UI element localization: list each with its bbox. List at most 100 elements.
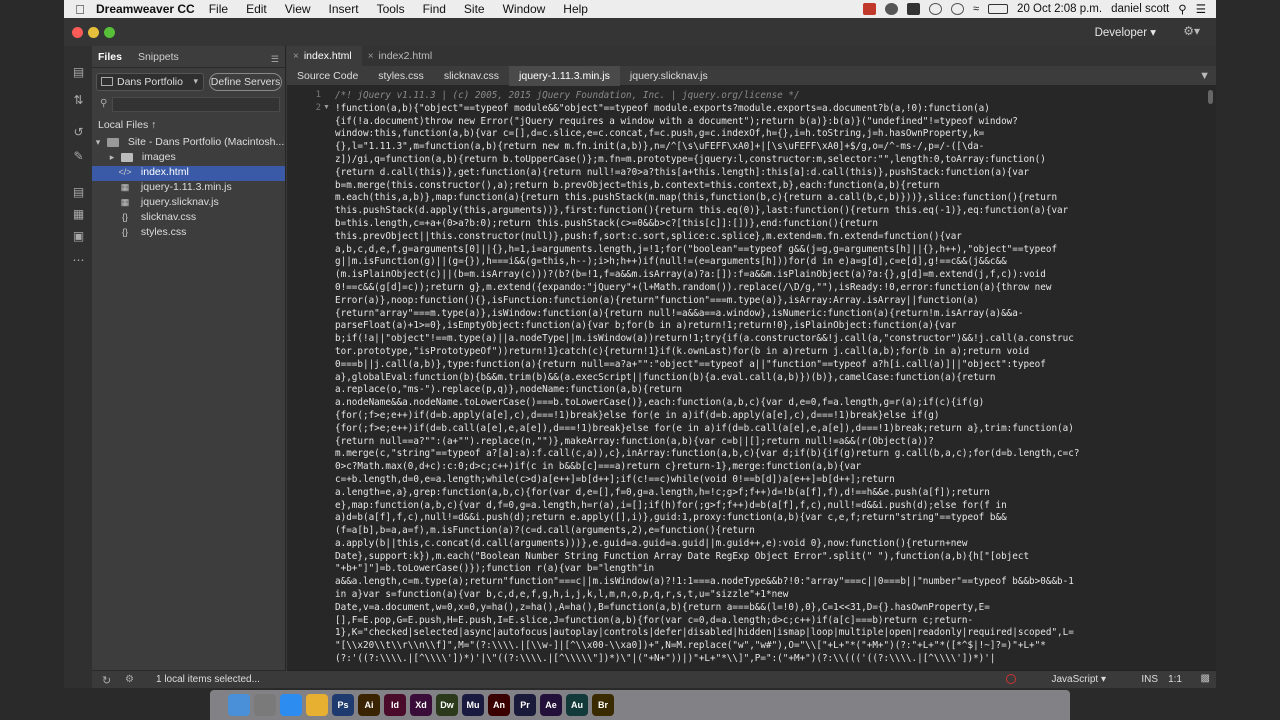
user-name[interactable]: daniel scott	[1111, 3, 1169, 15]
code-line[interactable]: Error(a)},noop:function(){},isFunction:f…	[335, 295, 1211, 308]
chevron-down-icon[interactable]: ▾	[92, 137, 104, 148]
grid-app-icon[interactable]	[907, 3, 920, 15]
menu-insert[interactable]: Insert	[329, 2, 359, 16]
code-line[interactable]: {if(!a.document)throw new Error("jQuery …	[335, 116, 1211, 129]
code-line[interactable]: {for(;f>e;e++)if(d=b.call(a[e],e,a[e]),d…	[335, 423, 1211, 436]
code-line[interactable]: a.length=e,a},grep:function(a,b,c){for(v…	[335, 487, 1211, 500]
code-line[interactable]: b;if(!a||"object"!==m.type(a)||a.nodeTyp…	[335, 333, 1211, 346]
code-text[interactable]: /*! jQuery v1.11.3 | (c) 2005, 2015 jQue…	[335, 90, 1211, 666]
tree-item-index-html[interactable]: </> index.html	[92, 166, 285, 181]
code-line[interactable]: /*! jQuery v1.11.3 | (c) 2005, 2015 jQue…	[335, 90, 1211, 103]
define-servers-button[interactable]: Define Servers	[209, 73, 282, 91]
site-select[interactable]: Dans Portfolio ▾	[96, 73, 204, 91]
related-jquery-slicknav-js[interactable]: jquery.slicknav.js	[620, 66, 718, 86]
menu-view[interactable]: View	[285, 2, 311, 16]
tree-item-jquery-slicknav[interactable]: ▦ jquery.slicknav.js	[92, 196, 285, 211]
live-preview-icon[interactable]: ▩	[1201, 673, 1210, 684]
code-line[interactable]: 0===b||j.call(a,b)},type:function(a){ret…	[335, 359, 1211, 372]
dock-app-chrome-icon[interactable]	[306, 694, 328, 716]
code-line[interactable]: this.prevObject||this.constructor(null)}…	[335, 231, 1211, 244]
related-jquery-min-js[interactable]: jquery-1.11.3.min.js	[509, 65, 620, 86]
open-documents-icon[interactable]: ▤	[72, 66, 85, 79]
code-line[interactable]: (f=a[b],b=a,a=f),m.isFunction(a)?(c=d.ca…	[335, 525, 1211, 538]
dock-app-ps-icon[interactable]: Ps	[332, 694, 354, 716]
dock-app-pr-icon[interactable]: Pr	[514, 694, 536, 716]
dock-app-id-icon[interactable]: Id	[384, 694, 406, 716]
code-line[interactable]: m.merge(c,"string"==typeof a?[a]:a):f.ca…	[335, 448, 1211, 461]
dock-app-xd-icon[interactable]: Xd	[410, 694, 432, 716]
tab-snippets[interactable]: Snippets	[138, 51, 179, 63]
code-line[interactable]: "[\\x20\\t\\r\\n\\f]",M="(?:\\\\.|[\\w-]…	[335, 640, 1211, 653]
code-line[interactable]: c=+b.length,d=0,e=a.length;while(c>d)a[e…	[335, 474, 1211, 487]
close-window-button[interactable]	[72, 27, 83, 38]
format-icon[interactable]: ▣	[72, 230, 85, 243]
code-line[interactable]: 0!==c&&(g[d]=c));return g},m.extend({exp…	[335, 282, 1211, 295]
tree-item-slicknav-css[interactable]: {} slicknav.css	[92, 211, 285, 226]
menu-tools[interactable]: Tools	[377, 2, 405, 16]
vertical-scrollbar[interactable]	[1208, 90, 1213, 104]
status-app-icon[interactable]	[863, 3, 876, 15]
code-line[interactable]: "+b+"]"]=b.toLowerCase()});function r(a)…	[335, 563, 1211, 576]
dock-app-safari-icon[interactable]	[280, 694, 302, 716]
code-line[interactable]: this.pushStack(d.apply(this,arguments))}…	[335, 205, 1211, 218]
code-line[interactable]: (m.isPlainObject(c)||(b=m.isArray(c)))?(…	[335, 269, 1211, 282]
filter-icon[interactable]: ▼	[1199, 70, 1210, 82]
code-line[interactable]: z])/gi,q=function(a,b){return b.toUpperC…	[335, 154, 1211, 167]
menu-help[interactable]: Help	[563, 2, 588, 16]
dock-app-launchpad-icon[interactable]	[254, 694, 276, 716]
sync-settings-gear-icon[interactable]: ⚙▾	[1183, 24, 1200, 38]
dock-app-br-icon[interactable]: Br	[592, 694, 614, 716]
related-styles-css[interactable]: styles.css	[368, 66, 434, 86]
notification-center-icon[interactable]: ☰	[1196, 2, 1206, 16]
code-line[interactable]: 1},K="checked|selected|async|autofocus|a…	[335, 627, 1211, 640]
code-line[interactable]: parseFloat(a)+1>=0},isEmptyObject:functi…	[335, 320, 1211, 333]
panel-menu-icon[interactable]: ☰	[271, 54, 279, 65]
code-line[interactable]: Date},support:k}),m.each("Boolean Number…	[335, 551, 1211, 564]
fold-toggle-icon[interactable]: ▼	[323, 104, 330, 111]
error-indicator-icon[interactable]	[1006, 674, 1016, 684]
code-line[interactable]: e},map:function(a,b,c){var d,f=0,g=a.len…	[335, 500, 1211, 513]
code-line[interactable]: {return d.call(this)},get:function(a){re…	[335, 167, 1211, 180]
time-machine-icon[interactable]	[951, 3, 964, 15]
code-line[interactable]: {},l="1.11.3",m=function(a,b){return new…	[335, 141, 1211, 154]
code-line[interactable]: tor.prototype,"isPrototypeOf"))return!1}…	[335, 346, 1211, 359]
tree-site-root[interactable]: ▾ Site - Dans Portfolio (Macintosh...	[92, 136, 285, 151]
insert-mode[interactable]: INS	[1141, 674, 1158, 685]
code-line[interactable]: !function(a,b){"object"==typeof module&&…	[335, 103, 1211, 116]
code-line[interactable]: Date,v=a.document,w=0,x=0,y=ha(),z=ha(),…	[335, 602, 1211, 615]
code-line[interactable]: a,b,c,d,e,f,g=arguments[0]||{},h=1,i=arg…	[335, 244, 1211, 257]
related-source-code[interactable]: Source Code	[287, 66, 368, 86]
code-line[interactable]: m.each(this,a,b)},map:function(a){return…	[335, 192, 1211, 205]
chevron-right-icon[interactable]: ▸	[106, 152, 118, 163]
panel-icon[interactable]: ▤	[72, 186, 85, 199]
code-line[interactable]: window:this,function(a,b){var c=[],d=c.s…	[335, 128, 1211, 141]
minimize-window-button[interactable]	[88, 27, 99, 38]
tab-files[interactable]: Files	[98, 51, 122, 63]
date-time[interactable]: 20 Oct 2:08 p.m.	[1017, 3, 1102, 15]
menu-window[interactable]: Window	[503, 2, 546, 16]
code-line[interactable]: {return null==a?"":(a+"").replace(n,"")}…	[335, 436, 1211, 449]
connect-icon[interactable]: ⚙	[125, 674, 134, 685]
code-line[interactable]: a)d=b(a[f],f,c),null!=d&&i.push(d);retur…	[335, 512, 1211, 525]
file-management-icon[interactable]: ⇅	[72, 94, 85, 107]
refresh-icon[interactable]: ↻	[102, 674, 111, 687]
more-tools-icon[interactable]: ⋯	[72, 254, 85, 267]
code-line[interactable]: g||m.isFunction(g)||(g={}),h===i&&(g=thi…	[335, 256, 1211, 269]
display-icon[interactable]	[929, 3, 942, 15]
code-line[interactable]: a&&a.length,c=m.type(a);return"function"…	[335, 576, 1211, 589]
related-slicknav-css[interactable]: slicknav.css	[434, 66, 509, 86]
dock-app-an-icon[interactable]: An	[488, 694, 510, 716]
dock-app-mu-icon[interactable]: Mu	[462, 694, 484, 716]
tab-index2-html[interactable]: × index2.html	[362, 46, 443, 66]
dock-app-dw-icon[interactable]: Dw	[436, 694, 458, 716]
tab-index-html[interactable]: × index.html	[287, 46, 362, 66]
spotlight-search-icon[interactable]: ⚲	[1178, 2, 1186, 16]
code-navigator-icon[interactable]: ↺	[72, 126, 85, 139]
menu-site[interactable]: Site	[464, 2, 485, 16]
apple-menu-icon[interactable]: 	[64, 2, 96, 17]
tree-item-styles-css[interactable]: {} styles.css	[92, 226, 285, 241]
local-files-header[interactable]: Local Files ↑	[98, 119, 278, 133]
zoom-window-button[interactable]	[104, 27, 115, 38]
menu-edit[interactable]: Edit	[246, 2, 267, 16]
battery-icon[interactable]	[988, 4, 1009, 14]
